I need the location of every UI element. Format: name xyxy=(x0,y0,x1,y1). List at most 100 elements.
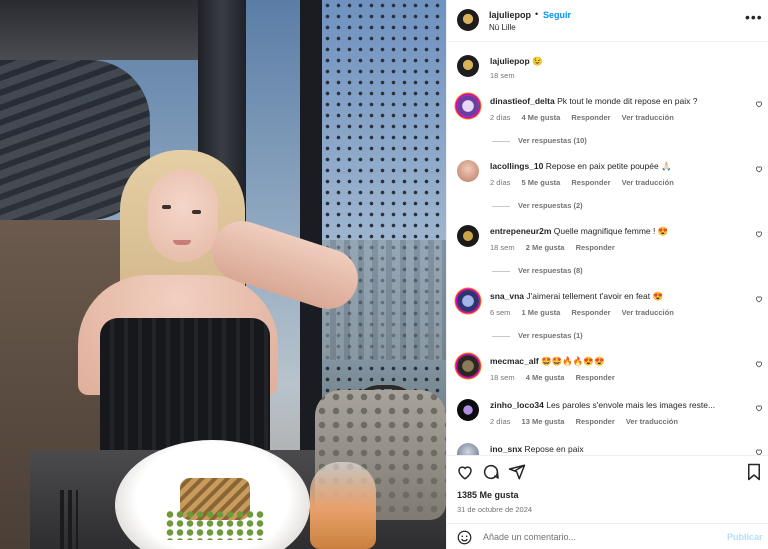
heart-icon[interactable] xyxy=(456,463,474,481)
comment-icon[interactable] xyxy=(482,463,500,481)
comment-meta: 2 días 5 Me gusta Responder Ver traducci… xyxy=(490,178,683,187)
publish-button[interactable]: Publicar xyxy=(727,532,763,542)
avatar[interactable] xyxy=(457,399,479,421)
comment-meta: 2 días 13 Me gusta Responder Ver traducc… xyxy=(490,417,687,426)
photo-face xyxy=(148,170,218,262)
comment-username[interactable]: sna_vna xyxy=(490,291,524,301)
avatar[interactable] xyxy=(457,355,479,377)
translate-button[interactable]: Ver traducción xyxy=(622,308,674,317)
comment-body: Repose en paix petite poupée 🙏🏻 xyxy=(545,161,672,171)
avatar[interactable] xyxy=(457,95,479,117)
comment-likes[interactable]: 5 Me gusta xyxy=(522,178,561,187)
comment-likes[interactable]: 4 Me gusta xyxy=(526,373,565,382)
comment-username[interactable]: mecmac_alf xyxy=(490,356,539,366)
comment-input[interactable] xyxy=(483,530,703,544)
reply-button[interactable]: Responder xyxy=(571,178,610,187)
separator-dot: • xyxy=(535,9,539,19)
bookmark-icon[interactable] xyxy=(745,463,763,481)
reply-button[interactable]: Responder xyxy=(571,308,610,317)
comment-text: zinho_loco34 Les paroles s'envole mais l… xyxy=(490,399,740,411)
comment-meta: 18 sem 2 Me gusta Responder xyxy=(490,243,624,252)
heart-icon[interactable] xyxy=(755,295,763,303)
photo-peas xyxy=(165,510,265,540)
comment-text: mecmac_alf 🤩🤩🔥🔥😍😍 xyxy=(490,355,740,367)
comment-meta: 18 sem 4 Me gusta Responder xyxy=(490,373,624,382)
comments-list[interactable]: lajuliepop 😉 18 sem dinastieof_delta Pk … xyxy=(447,43,768,455)
comment-body: Quelle magnifique femme ! 😍 xyxy=(553,226,669,236)
reply-button[interactable]: Responder xyxy=(576,373,615,382)
comment-body: Les paroles s'envole mais les images res… xyxy=(546,400,716,410)
reply-button[interactable]: Responder xyxy=(571,113,610,122)
view-replies-button[interactable]: Ver respuestas (2) xyxy=(492,201,583,210)
post-date[interactable]: 31 de octubre de 2024 xyxy=(457,505,532,514)
likes-count[interactable]: 1385 Me gusta xyxy=(457,490,519,500)
comment-time[interactable]: 6 sem xyxy=(490,308,510,317)
comment-username[interactable]: zinho_loco34 xyxy=(490,400,544,410)
comment-likes[interactable]: 2 Me gusta xyxy=(526,243,565,252)
photo-eye-left xyxy=(162,205,171,209)
comment-time[interactable]: 2 días xyxy=(490,417,510,426)
follow-button[interactable]: Seguir xyxy=(543,10,571,20)
comment-likes[interactable]: 13 Me gusta xyxy=(522,417,565,426)
comment-text: sna_vna J'aimerai tellement t'avoir en f… xyxy=(490,290,740,302)
heart-icon[interactable] xyxy=(755,165,763,173)
comment-time[interactable]: 18 sem xyxy=(490,243,515,252)
photo-eye-right xyxy=(192,210,201,214)
avatar[interactable] xyxy=(457,160,479,182)
comment-text: lacollings_10 Repose en paix petite poup… xyxy=(490,160,740,172)
heart-icon[interactable] xyxy=(755,404,763,412)
heart-icon[interactable] xyxy=(755,360,763,368)
reply-button[interactable]: Responder xyxy=(576,417,615,426)
caption-text: lajuliepop 😉 xyxy=(490,55,740,67)
post-location[interactable]: Nü Lille xyxy=(489,23,516,32)
caption-time[interactable]: 18 sem xyxy=(490,71,515,80)
comment-likes[interactable]: 1 Me gusta xyxy=(522,308,561,317)
view-replies-button[interactable]: Ver respuestas (1) xyxy=(492,331,583,340)
heart-icon[interactable] xyxy=(755,448,763,455)
comment-meta: 6 sem 1 Me gusta Responder Ver traducció… xyxy=(490,308,683,317)
heart-icon[interactable] xyxy=(755,100,763,108)
caption-meta: 18 sem xyxy=(490,71,524,80)
add-comment-bar: Publicar xyxy=(447,523,768,549)
comment-username[interactable]: ino_snx xyxy=(490,444,522,454)
comment-body: Repose en paix xyxy=(524,444,584,454)
comment-meta: 2 días 4 Me gusta Responder Ver traducci… xyxy=(490,113,683,122)
comment-time[interactable]: 18 sem xyxy=(490,373,515,382)
comment-likes[interactable]: 4 Me gusta xyxy=(522,113,561,122)
comment-username[interactable]: dinastieof_delta xyxy=(490,96,555,106)
comment-time[interactable]: 2 días xyxy=(490,178,510,187)
comment-username[interactable]: entrepeneur2m xyxy=(490,226,551,236)
post-header: lajuliepop • Seguir Nü Lille ••• xyxy=(447,0,768,42)
avatar[interactable] xyxy=(457,9,479,31)
photo-mouth xyxy=(173,240,191,245)
translate-button[interactable]: Ver traducción xyxy=(622,113,674,122)
post-sidebar: lajuliepop • Seguir Nü Lille ••• lajulie… xyxy=(446,0,768,549)
photo-glass xyxy=(310,462,376,549)
photo-cutlery xyxy=(60,490,78,549)
avatar[interactable] xyxy=(457,55,479,77)
view-replies-button[interactable]: Ver respuestas (10) xyxy=(492,136,587,145)
post-username[interactable]: lajuliepop xyxy=(489,10,531,20)
comment-body: Pk tout le monde dit repose en paix ? xyxy=(557,96,698,106)
translate-button[interactable]: Ver traducción xyxy=(622,178,674,187)
heart-icon[interactable] xyxy=(755,230,763,238)
photo-ceiling xyxy=(0,0,200,60)
translate-button[interactable]: Ver traducción xyxy=(626,417,678,426)
avatar[interactable] xyxy=(457,225,479,247)
caption-emoji: 😉 xyxy=(532,56,543,66)
comment-text: dinastieof_delta Pk tout le monde dit re… xyxy=(490,95,740,107)
post-photo[interactable] xyxy=(0,0,446,549)
comment-username[interactable]: lacollings_10 xyxy=(490,161,543,171)
view-replies-button[interactable]: Ver respuestas (8) xyxy=(492,266,583,275)
more-options-icon[interactable]: ••• xyxy=(745,10,763,24)
emoji-icon[interactable] xyxy=(457,530,472,545)
avatar[interactable] xyxy=(457,443,479,455)
comment-body: 🤩🤩🔥🔥😍😍 xyxy=(541,356,605,366)
instagram-post-view: lajuliepop • Seguir Nü Lille ••• lajulie… xyxy=(0,0,768,549)
share-icon[interactable] xyxy=(508,463,526,481)
reply-button[interactable]: Responder xyxy=(576,243,615,252)
caption-username[interactable]: lajuliepop xyxy=(490,56,530,66)
post-actions: 1385 Me gusta 31 de octubre de 2024 xyxy=(447,455,768,521)
comment-time[interactable]: 2 días xyxy=(490,113,510,122)
avatar[interactable] xyxy=(457,290,479,312)
